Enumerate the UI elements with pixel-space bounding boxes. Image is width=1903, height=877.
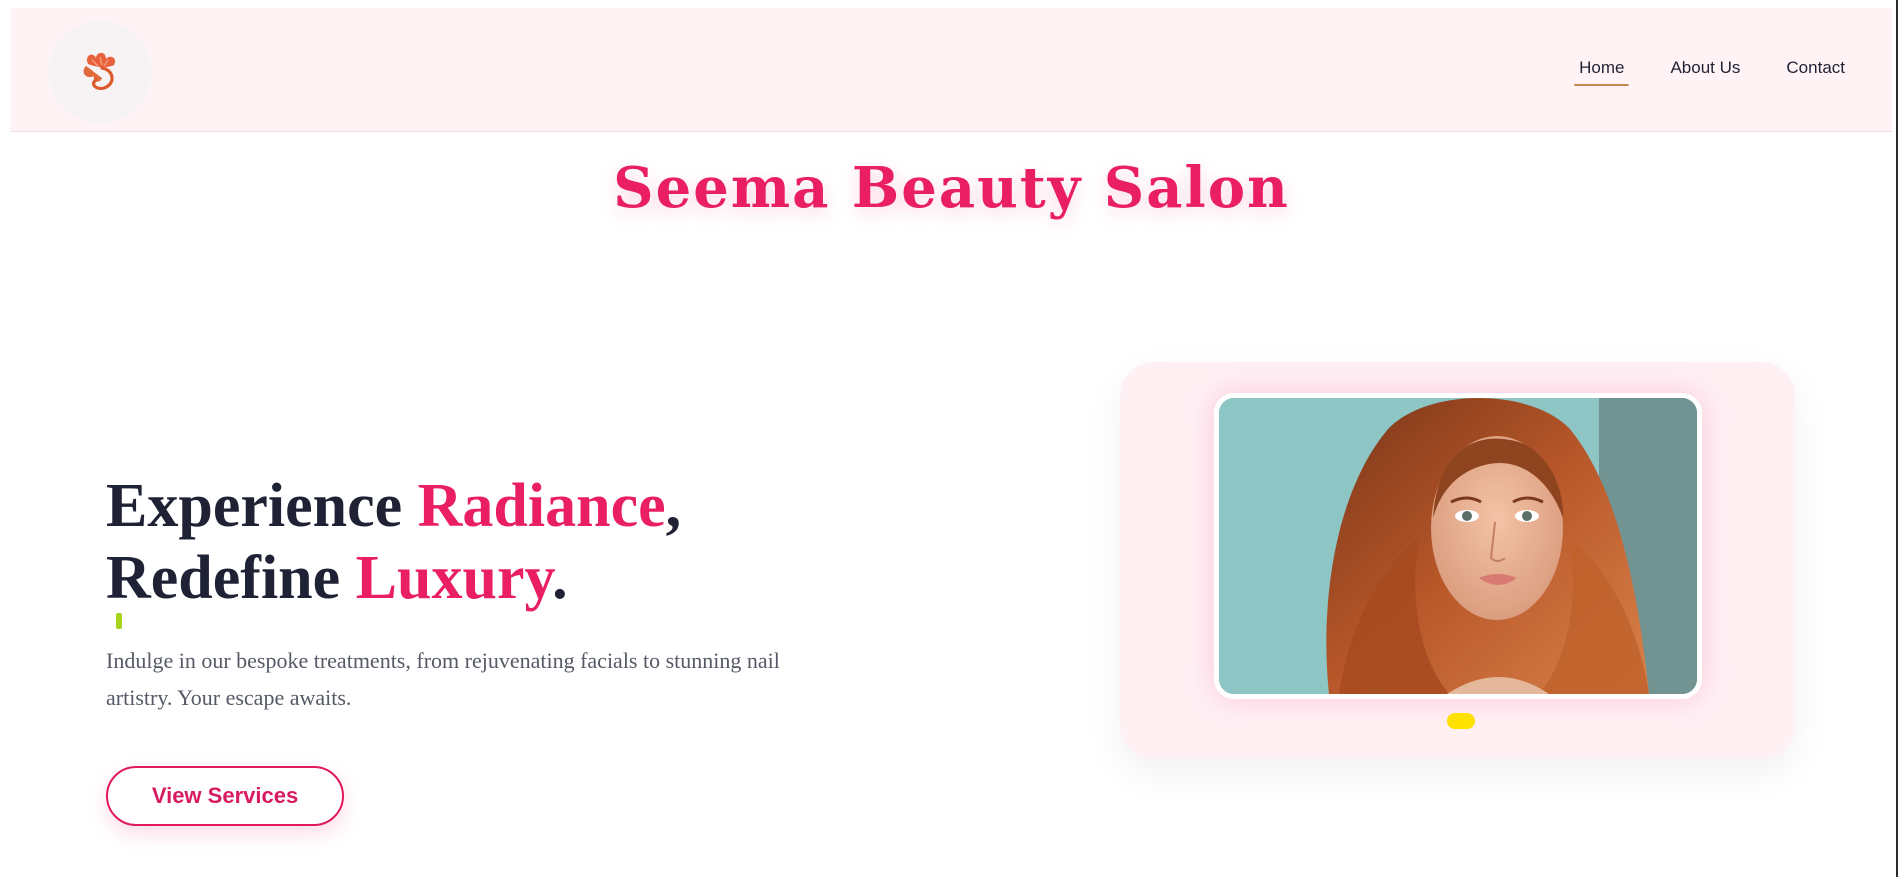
flower-logo-icon: [83, 52, 116, 90]
view-services-button[interactable]: View Services: [106, 766, 344, 826]
brand-title: Seema Beauty Salon: [613, 155, 1290, 221]
hero-heading-accent-radiance: Radiance: [417, 472, 666, 540]
nav-link-about-us[interactable]: About Us: [1665, 58, 1745, 82]
carousel-dot-active[interactable]: [1447, 713, 1475, 729]
hero-text: Experience Radiance, Redefine Luxury. In…: [106, 470, 866, 826]
logo[interactable]: [48, 20, 152, 124]
hero-heading: Experience Radiance, Redefine Luxury.: [106, 470, 866, 614]
hero-heading-comma: ,: [665, 472, 682, 540]
page-scrollbar[interactable]: [1896, 0, 1903, 877]
slide-marker: [116, 613, 122, 629]
slide-portrait-image: [1214, 393, 1702, 699]
hero-subtitle: Indulge in our bespoke treatments, from …: [106, 648, 780, 710]
hero-image-carousel: [1120, 362, 1795, 759]
nav-menu: Home About Us Contact: [1574, 58, 1850, 86]
nav-link-home[interactable]: Home: [1574, 58, 1630, 86]
nav-link-contact[interactable]: Contact: [1781, 58, 1850, 82]
hero-heading-line1: Experience: [106, 472, 418, 540]
hero-heading-line2: Redefine: [106, 544, 356, 612]
navbar: Home About Us Contact: [10, 8, 1892, 132]
hero-heading-period: .: [552, 544, 568, 612]
hero-heading-accent-luxury: Luxury: [355, 544, 553, 612]
